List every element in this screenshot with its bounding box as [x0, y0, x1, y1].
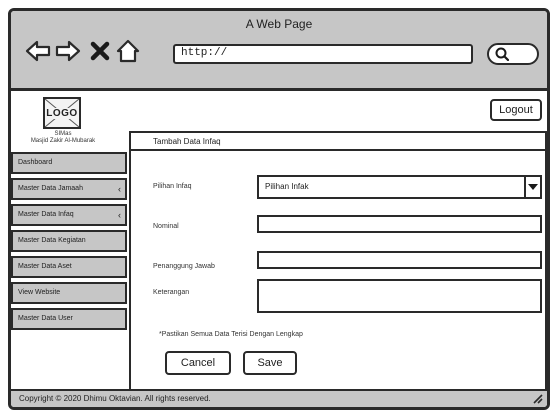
browser-search-field[interactable] — [487, 43, 539, 65]
resize-grip-icon[interactable] — [531, 392, 543, 404]
app-name-line2: Masjid Zakir Al-Mubarak — [30, 138, 96, 144]
sidebar-item-master-data-user[interactable]: Master Data User — [11, 308, 127, 330]
sidebar-item-view-website[interactable]: View Website — [11, 282, 127, 304]
pilihan-infaq-label: Pilihan Infaq — [153, 183, 192, 190]
forward-button[interactable] — [55, 38, 81, 64]
sidebar-item-master-data-jamaah[interactable]: Master Data Jamaah ‹ — [11, 178, 127, 200]
keterangan-label: Keterangan — [153, 289, 190, 296]
form-panel: Tambah Data Infaq Pilihan Infaq Pilihan … — [129, 131, 547, 393]
home-icon — [116, 39, 140, 63]
sidebar-item-label: Master Data Aset — [18, 263, 72, 270]
window-title: A Web Page — [245, 17, 313, 31]
sidebar-item-master-data-kegiatan[interactable]: Master Data Kegiatan — [11, 230, 127, 252]
nominal-input[interactable] — [257, 215, 542, 233]
save-button[interactable]: Save — [243, 351, 297, 375]
search-icon — [495, 47, 509, 61]
form-title: Tambah Data Infaq — [131, 133, 545, 151]
chevron-left-icon: ‹ — [118, 210, 121, 220]
sidebar-item-label: Master Data Kegiatan — [18, 237, 86, 244]
arrow-right-icon — [55, 40, 81, 62]
sidebar-item-master-data-infaq[interactable]: Master Data Infaq ‹ — [11, 204, 127, 226]
sidebar-item-dashboard[interactable]: Dashboard — [11, 152, 127, 174]
sidebar-item-label: Master Data Jamaah — [18, 185, 83, 192]
footer: Copyright © 2020 Dhimu Oktavian. All rig… — [11, 389, 547, 407]
form-note: *Pastikan Semua Data Terisi Dengan Lengk… — [159, 331, 303, 338]
pilihan-infaq-value: Pilihan Infak — [265, 182, 309, 191]
nominal-label: Nominal — [153, 223, 179, 230]
penanggung-jawab-label: Penanggung Jawab — [153, 263, 215, 270]
penanggung-jawab-input[interactable] — [257, 251, 542, 269]
back-button[interactable] — [25, 38, 51, 64]
url-input[interactable]: http:// — [173, 44, 473, 64]
chevron-left-icon: ‹ — [118, 184, 121, 194]
browser-window: A Web Page http:// LOGO SIMas Masjid Zak… — [8, 8, 550, 410]
browser-toolbar: A Web Page http:// — [11, 11, 547, 91]
sidebar: Dashboard Master Data Jamaah ‹ Master Da… — [11, 152, 127, 334]
copyright-text: Copyright © 2020 Dhimu Oktavian. All rig… — [19, 394, 211, 403]
sidebar-item-label: View Website — [18, 289, 61, 296]
logout-button[interactable]: Logout — [490, 99, 542, 121]
keterangan-textarea[interactable] — [257, 279, 542, 313]
sidebar-item-label: Master Data User — [18, 315, 73, 322]
sidebar-item-label: Master Data Infaq — [18, 211, 74, 218]
arrow-left-icon — [25, 40, 51, 62]
pilihan-infaq-select[interactable]: Pilihan Infak — [257, 175, 542, 199]
logo: LOGO — [43, 97, 81, 129]
logo-text: LOGO — [45, 107, 79, 119]
sidebar-item-label: Dashboard — [18, 159, 53, 166]
close-icon — [90, 41, 110, 61]
sidebar-item-master-data-aset[interactable]: Master Data Aset — [11, 256, 127, 278]
cancel-button[interactable]: Cancel — [165, 351, 231, 375]
stop-button[interactable] — [87, 38, 113, 64]
chevron-down-icon — [524, 177, 540, 197]
app-name-line1: SIMas — [54, 131, 72, 137]
home-button[interactable] — [115, 38, 141, 64]
app-name: SIMas Masjid Zakir Al-Mubarak — [13, 131, 113, 145]
